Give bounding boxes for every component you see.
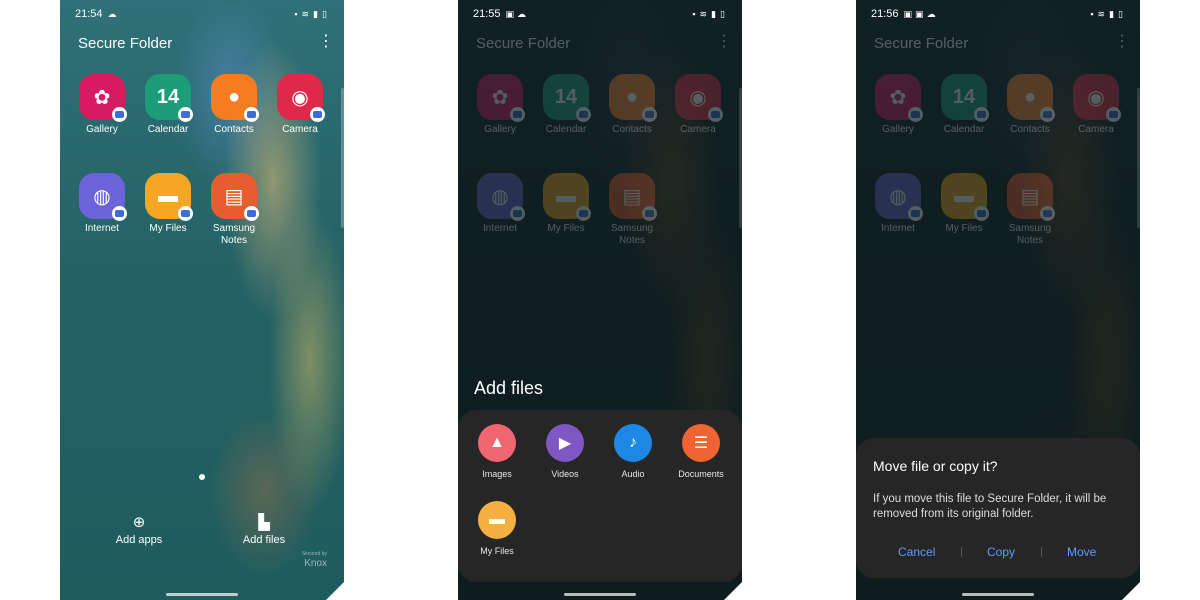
- page-title: Secure Folder: [78, 35, 173, 52]
- app-camera[interactable]: ◉ Camera: [265, 74, 335, 136]
- secure-badge-icon: [178, 107, 193, 122]
- secure-badge-icon: [178, 206, 193, 221]
- documents-icon: ☰: [682, 424, 720, 462]
- knox-logo: Secured by Knox: [301, 551, 327, 569]
- battery-icon: ▯: [322, 8, 328, 19]
- folder-icon: ▬: [478, 501, 516, 539]
- cloud-icon: ☁: [107, 8, 117, 19]
- edge-panel-handle[interactable]: [739, 88, 742, 228]
- secure-badge-icon: [112, 107, 127, 122]
- app-samsung-notes[interactable]: ▤ Samsung Notes: [199, 173, 269, 247]
- sheet-title: Add files: [474, 378, 544, 398]
- screen-move-or-copy-dialog: 21:56 ▣ ▣ ☁ ▪ ≋ ▮ ▯ Secure Folder ⋮ ✿ Ga…: [856, 0, 1140, 600]
- app-label: My Files: [149, 223, 187, 234]
- dialog-message: If you move this file to Secure Folder, …: [873, 493, 1107, 520]
- secure-badge-icon: [244, 107, 259, 122]
- edge-panel-handle[interactable]: [1137, 88, 1140, 228]
- option-my-files[interactable]: ▬ My Files: [462, 501, 532, 556]
- videos-icon: ▶: [546, 424, 584, 462]
- app-label: Contacts: [214, 124, 254, 135]
- folder-icon: ▪: [294, 8, 299, 19]
- option-documents[interactable]: ☰ Documents: [666, 424, 736, 479]
- signal-icon: ▮: [313, 8, 320, 19]
- images-icon: ▲: [478, 424, 516, 462]
- file-icon: ▙: [258, 514, 270, 531]
- wifi-icon: ≋: [301, 8, 311, 19]
- copy-button[interactable]: Copy: [987, 545, 1015, 559]
- gesture-bar[interactable]: [962, 593, 1034, 596]
- add-files-sheet: ▲ Images ▶ Videos ♪ Audio ☰ Documents ▬ …: [458, 410, 742, 582]
- move-copy-dialog: Move file or copy it? If you move this f…: [856, 438, 1140, 578]
- option-videos[interactable]: ▶ Videos: [530, 424, 600, 479]
- add-apps-button[interactable]: ⊕ Add apps: [94, 514, 184, 547]
- status-icons: ▪ ≋ ▮ ▯: [294, 9, 328, 20]
- gesture-bar[interactable]: [564, 593, 636, 596]
- app-label: Gallery: [86, 124, 118, 135]
- cancel-button[interactable]: Cancel: [898, 545, 935, 559]
- option-audio[interactable]: ♪ Audio: [598, 424, 668, 479]
- dialog-title: Move file or copy it?: [873, 458, 998, 474]
- gesture-bar[interactable]: [166, 593, 238, 596]
- app-my-files[interactable]: ▬ My Files: [133, 173, 203, 235]
- app-label: Camera: [282, 124, 318, 135]
- page-indicator: [199, 474, 205, 480]
- status-bar: 21:54 ☁ ▪ ≋ ▮ ▯: [75, 6, 328, 22]
- move-button[interactable]: Move: [1067, 545, 1096, 559]
- secure-badge-icon: [112, 206, 127, 221]
- app-calendar[interactable]: 14 Calendar: [133, 74, 203, 136]
- app-internet[interactable]: ◍ Internet: [67, 173, 137, 235]
- status-time: 21:54: [75, 8, 103, 20]
- option-images[interactable]: ▲ Images: [462, 424, 532, 479]
- app-contacts[interactable]: ● Contacts: [199, 74, 269, 136]
- app-label: Samsung Notes: [212, 223, 256, 246]
- screen-add-files-sheet: 21:55 ▣ ☁ ▪ ≋ ▮ ▯ Secure Folder ⋮ ✿ Gall…: [458, 0, 742, 600]
- add-files-button[interactable]: ▙ Add files: [219, 514, 309, 547]
- audio-icon: ♪: [614, 424, 652, 462]
- app-label: Calendar: [147, 124, 189, 135]
- button-divider: [961, 547, 962, 557]
- more-options-icon[interactable]: ⋮: [318, 34, 334, 50]
- corner-mark: [1122, 582, 1140, 600]
- corner-mark: [326, 582, 344, 600]
- secure-badge-icon: [244, 206, 259, 221]
- add-circle-icon: ⊕: [132, 514, 146, 531]
- button-divider: [1041, 547, 1042, 557]
- screen-secure-folder-home: 21:54 ☁ ▪ ≋ ▮ ▯ Secure Folder ⋮ ✿ Galler…: [60, 0, 344, 600]
- app-label: Internet: [85, 223, 119, 234]
- corner-mark: [724, 582, 742, 600]
- secure-badge-icon: [310, 107, 325, 122]
- app-gallery[interactable]: ✿ Gallery: [67, 74, 137, 136]
- edge-panel-handle[interactable]: [341, 88, 344, 228]
